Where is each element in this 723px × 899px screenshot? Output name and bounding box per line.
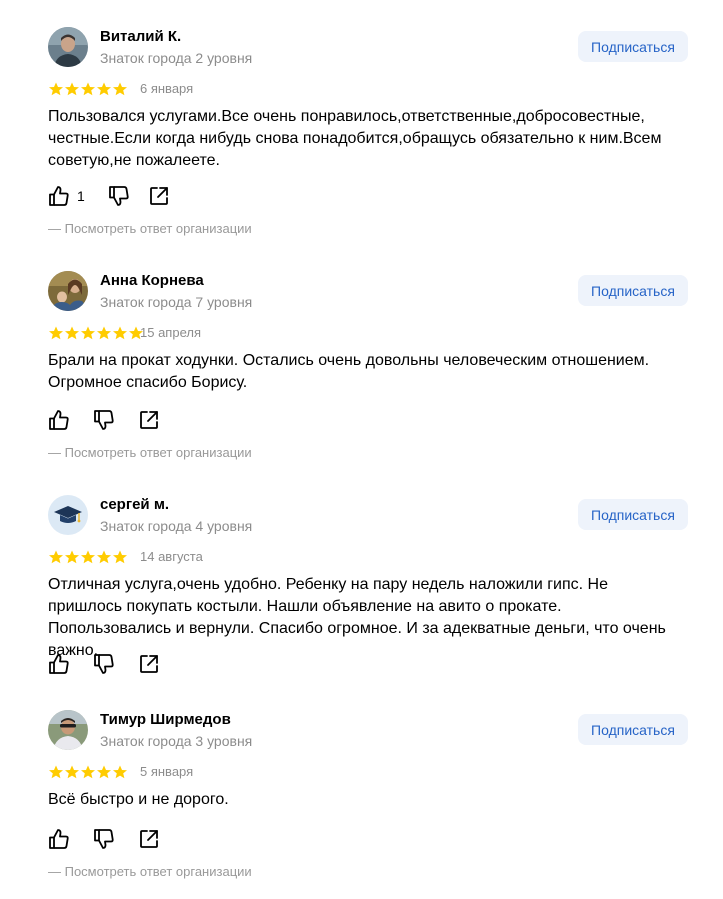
author-level: Знаток города 7 уровня	[100, 294, 253, 310]
thumb-up-icon	[49, 654, 69, 674]
view-org-answer-link[interactable]: — Посмотреть ответ организации	[48, 864, 252, 879]
star-icon	[81, 550, 95, 564]
avatar-photo-icon	[48, 710, 88, 750]
star-icon	[49, 82, 63, 96]
share-icon	[140, 830, 158, 848]
thumb-down-icon	[94, 410, 114, 430]
star-icon	[65, 82, 79, 96]
thumb-up-icon	[49, 410, 69, 430]
avatar[interactable]	[48, 271, 88, 311]
avatar-photo-icon	[48, 27, 88, 67]
review-text: Всё быстро и не дорого.	[48, 791, 229, 808]
share-button[interactable]	[138, 653, 160, 675]
avatar[interactable]	[48, 27, 88, 67]
star-icon	[113, 550, 127, 564]
star-icon	[81, 765, 95, 779]
like-button[interactable]	[48, 653, 70, 675]
dislike-button[interactable]	[93, 653, 115, 675]
star-icon	[97, 326, 111, 340]
view-org-answer-link[interactable]: — Посмотреть ответ организации	[48, 221, 252, 236]
share-icon	[149, 187, 168, 205]
share-icon	[140, 655, 158, 673]
avatar[interactable]	[48, 710, 88, 750]
star-icon	[65, 550, 79, 564]
dislike-button[interactable]	[108, 185, 130, 207]
share-button[interactable]	[138, 409, 160, 431]
review-actions: 1	[48, 184, 170, 208]
author-name[interactable]: Тимур Ширмедов	[100, 711, 231, 728]
star-icon	[49, 765, 63, 779]
review-date: 6 января	[140, 81, 194, 96]
review-actions	[48, 827, 160, 851]
thumb-down-icon	[108, 186, 129, 206]
review-actions	[48, 408, 160, 432]
avatar-photo-icon	[48, 271, 88, 311]
thumb-down-icon	[94, 829, 114, 849]
review-text: Пользовался услугами.Все очень понравило…	[48, 108, 662, 169]
review-date: 14 августа	[140, 549, 203, 564]
review-text: Брали на прокат ходунки. Остались очень …	[48, 352, 650, 391]
dislike-button[interactable]	[93, 409, 115, 431]
subscribe-button[interactable]: Подписаться	[578, 499, 688, 530]
author-level: Знаток города 4 уровня	[100, 518, 253, 534]
like-count: 1	[77, 188, 85, 204]
review-text: Отличная услуга,очень удобно. Ребенку на…	[48, 576, 666, 659]
star-icon	[65, 765, 79, 779]
star-icon	[65, 326, 79, 340]
author-level: Знаток города 2 уровня	[100, 50, 253, 66]
share-button[interactable]	[148, 185, 170, 207]
star-icon	[81, 326, 95, 340]
star-icon	[97, 550, 111, 564]
review-date: 5 января	[140, 764, 194, 779]
star-icon	[113, 82, 127, 96]
view-org-answer-link[interactable]: — Посмотреть ответ организации	[48, 445, 252, 460]
thumb-down-icon	[94, 654, 114, 674]
author-level: Знаток города 3 уровня	[100, 733, 253, 749]
thumb-up-icon	[49, 186, 69, 206]
star-icon	[113, 326, 127, 340]
rating-stars	[48, 82, 128, 96]
author-name[interactable]: сергей м.	[100, 496, 169, 513]
rating-stars	[48, 326, 144, 340]
star-icon	[81, 82, 95, 96]
like-button[interactable]	[48, 409, 70, 431]
avatar[interactable]	[48, 495, 88, 535]
graduation-cap-icon	[48, 495, 88, 535]
thumb-up-icon	[49, 829, 69, 849]
subscribe-button[interactable]: Подписаться	[578, 31, 688, 62]
star-icon	[49, 550, 63, 564]
author-name[interactable]: Виталий К.	[100, 28, 181, 45]
star-icon	[113, 765, 127, 779]
rating-stars	[48, 765, 128, 779]
review-actions	[48, 652, 160, 676]
star-icon	[97, 765, 111, 779]
subscribe-button[interactable]: Подписаться	[578, 714, 688, 745]
star-icon	[49, 326, 63, 340]
author-name[interactable]: Анна Корнева	[100, 272, 204, 289]
subscribe-button[interactable]: Подписаться	[578, 275, 688, 306]
star-icon	[97, 82, 111, 96]
rating-stars	[48, 550, 128, 564]
dislike-button[interactable]	[93, 828, 115, 850]
share-button[interactable]	[138, 828, 160, 850]
like-button[interactable]: 1	[48, 185, 85, 207]
like-button[interactable]	[48, 828, 70, 850]
review-date: 15 апреля	[140, 325, 201, 340]
share-icon	[140, 411, 158, 429]
